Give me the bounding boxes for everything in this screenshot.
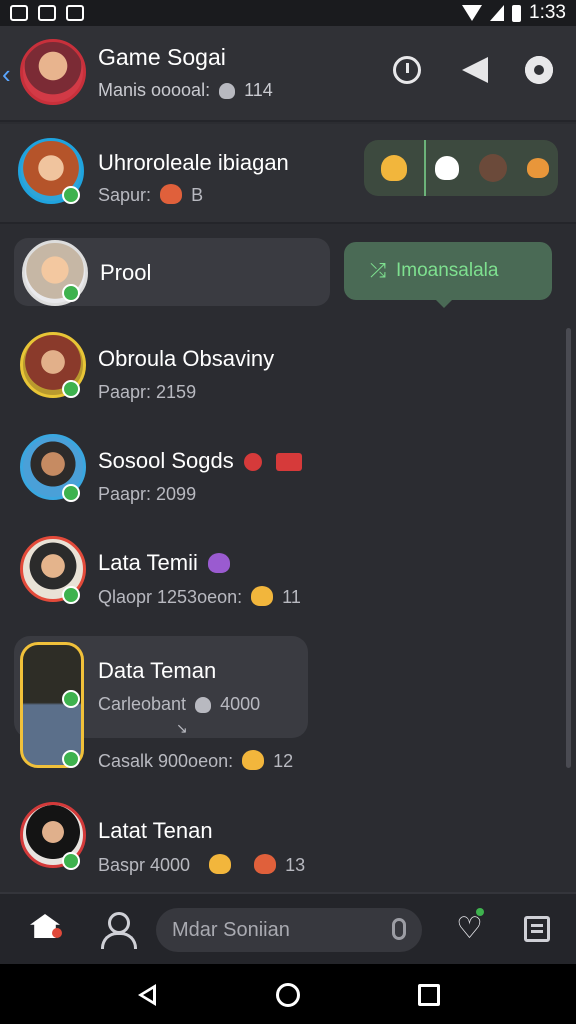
smiley-icon xyxy=(209,854,232,874)
app-header: ‹ Game Sogai Manis ooooal: 114 xyxy=(0,26,576,122)
page-title: Game Sogai xyxy=(98,44,226,70)
contact-status: Sapur: B xyxy=(98,184,204,205)
badge-icon xyxy=(276,453,303,471)
action-bubble-button[interactable]: ⤮ Imoansalala xyxy=(344,242,552,308)
group-avatar[interactable] xyxy=(20,39,86,105)
fire-icon xyxy=(160,184,183,204)
action-label: Imoansalala xyxy=(396,260,499,281)
contact-status-secondary: Casalk 900oeon: 12 xyxy=(98,750,294,771)
online-badge xyxy=(62,852,80,870)
contact-status: Paapr: 2099 xyxy=(98,484,197,504)
bot-icon xyxy=(195,697,212,713)
list-item[interactable]: Latat Tenan Baspr 4000 13 xyxy=(0,800,576,890)
contact-name: Lata Temii xyxy=(98,550,234,576)
header-subtitle: Manis ooooal: 114 xyxy=(98,80,273,100)
wifi-icon xyxy=(462,5,483,21)
profile-thumb-icon[interactable] xyxy=(479,154,507,182)
recents-nav-icon[interactable] xyxy=(418,984,440,1006)
contact-status: Qlaopr 1253oeon: 11 xyxy=(98,586,301,607)
back-arrow-icon[interactable]: ‹ xyxy=(2,60,16,88)
quick-actions-panel xyxy=(364,140,558,196)
fire-icon xyxy=(254,854,277,874)
contact-name: Uhroroleale ibiagan xyxy=(98,150,289,175)
notification-dot xyxy=(52,928,62,938)
gallery-notification-icon xyxy=(10,5,28,21)
play-notification-icon xyxy=(66,5,84,21)
shuffle-icon: ⤮ xyxy=(370,259,386,282)
status-indicators: 1:33 xyxy=(462,2,566,24)
online-badge xyxy=(62,186,80,204)
battery-icon xyxy=(512,4,522,22)
megaphone-icon xyxy=(462,57,488,83)
reply-arrow-icon: ↘ xyxy=(176,720,188,736)
header-text: Game Sogai Manis ooooal: 114 xyxy=(98,44,273,101)
smiley-icon xyxy=(242,750,265,770)
search-input[interactable] xyxy=(172,918,372,942)
settings-button[interactable] xyxy=(522,53,556,87)
reaction-strip xyxy=(426,140,558,196)
status-time: 1:33 xyxy=(529,2,566,23)
smiley-icon xyxy=(381,155,407,181)
bot-icon xyxy=(219,83,236,99)
contact-name: Sosool Sogds xyxy=(98,448,306,474)
search-bar[interactable] xyxy=(156,908,422,952)
online-badge xyxy=(62,380,80,398)
monster-icon xyxy=(208,553,230,573)
announce-button[interactable] xyxy=(458,53,492,87)
contact-name: Latat Tenan xyxy=(98,818,213,843)
smiley-icon xyxy=(251,586,274,606)
music-icon[interactable] xyxy=(435,156,459,180)
list-item[interactable]: Lata Temii Qlaopr 1253oeon: 11 xyxy=(0,534,576,624)
emoji-reaction-button[interactable] xyxy=(364,140,424,196)
app-screen: 1:33 ‹ Game Sogai Manis ooooal: 114 Uhro… xyxy=(0,0,576,1024)
system-navigation-bar xyxy=(0,964,576,1024)
clock-icon xyxy=(393,56,421,84)
contact-name: Prool xyxy=(100,260,152,285)
alert-icon xyxy=(243,453,262,471)
heart-icon[interactable]: ♡ xyxy=(456,914,483,944)
list-item[interactable]: Data Teman Carleobant 4000 ↘ Casalk 900o… xyxy=(0,640,576,780)
list-item[interactable]: Obroula Obsaviny Paapr: 2159 xyxy=(0,330,576,420)
grid-notification-icon xyxy=(38,5,56,21)
list-item[interactable]: Sosool Sogds Paapr: 2099 xyxy=(0,432,576,522)
microphone-icon[interactable] xyxy=(392,918,406,940)
bottom-navigation: ♡ xyxy=(0,892,576,964)
online-badge xyxy=(62,284,80,302)
online-badge xyxy=(62,586,80,604)
status-bar: 1:33 xyxy=(0,0,576,26)
signal-icon xyxy=(490,5,505,21)
carrot-icon[interactable] xyxy=(527,158,549,178)
contact-name: Data Teman xyxy=(98,658,217,683)
back-nav-icon[interactable] xyxy=(138,984,156,1006)
notification-icons xyxy=(10,5,84,21)
profile-icon[interactable] xyxy=(100,912,137,949)
online-badge xyxy=(62,484,80,502)
history-button[interactable] xyxy=(390,53,424,87)
contact-status: Paapr: 2159 xyxy=(98,382,197,402)
gear-icon xyxy=(525,56,553,84)
list-item-pinned[interactable]: Uhroroleale ibiagan Sapur: B xyxy=(0,124,576,224)
home-nav-icon[interactable] xyxy=(276,983,300,1007)
contact-name: Obroula Obsaviny xyxy=(98,346,275,371)
contact-status: Baspr 4000 13 xyxy=(98,854,306,875)
menu-list-icon[interactable] xyxy=(524,916,550,942)
notification-dot xyxy=(476,908,484,916)
contact-status: Carleobant 4000 xyxy=(98,694,261,714)
list-item-prool[interactable]: Prool ⤮ Imoansalala xyxy=(0,238,576,308)
